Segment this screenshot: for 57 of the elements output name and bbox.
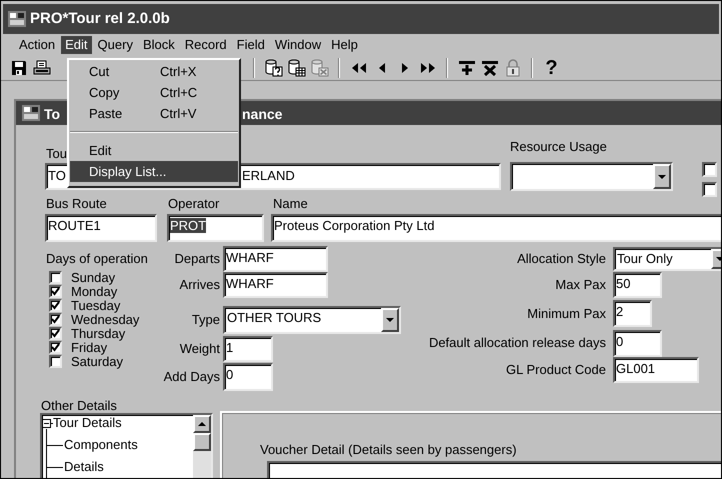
menu-item[interactable]: Paste Ctrl+V (70, 103, 238, 124)
menu-item[interactable]: Block (138, 36, 179, 54)
checkbox-label: Friday (71, 340, 108, 354)
tree-item[interactable]: Components (64, 435, 138, 455)
checkbox-label: Monday (71, 284, 118, 298)
menu-item[interactable]: Cut Ctrl+X (70, 61, 238, 82)
field-label: Other Details (41, 398, 117, 414)
checkbox-label: Thursday (71, 326, 126, 340)
field-label: Max Pax (554, 277, 606, 293)
field-label: Name (273, 196, 308, 212)
field-label: Days of operation (46, 251, 148, 267)
field-label: Resource Usage (510, 139, 607, 155)
field-label: Operator (168, 196, 220, 212)
text-field[interactable]: 1 (223, 336, 273, 362)
menu-item[interactable]: Help (327, 36, 362, 54)
menu-item[interactable]: Edit (70, 140, 238, 161)
checkbox-label: Tuesday (71, 298, 120, 312)
text-field[interactable]: 0 (613, 330, 662, 357)
form-title: nance (242, 105, 282, 124)
dropdown-field[interactable]: OTHER TOURS (223, 306, 401, 334)
menu-item[interactable]: Copy Ctrl+C (70, 82, 238, 103)
field-label: Minimum Pax (526, 306, 606, 322)
dropdown-field[interactable]: Tour Only (613, 247, 721, 271)
field-label: Type (190, 312, 220, 328)
text-field[interactable]: 50 (613, 272, 662, 298)
text-field[interactable]: 0 (223, 363, 273, 391)
tree-item[interactable]: Details (64, 457, 104, 477)
text-field[interactable]: 2 (613, 300, 652, 327)
menu-item[interactable]: Record (180, 36, 231, 54)
text-field[interactable]: GL001 (613, 357, 699, 383)
menu-item[interactable]: Edit (61, 36, 92, 54)
checkbox-label: Saturday (71, 354, 124, 368)
field-label: Default allocation release days (428, 335, 606, 351)
menu-item[interactable]: Action (15, 36, 60, 54)
field-label: Weight (178, 341, 220, 357)
field-label: GL Product Code (505, 362, 606, 378)
text-field[interactable]: Proteus Corporation Pty Ltd (271, 214, 721, 242)
menu-item[interactable]: Field (232, 36, 269, 54)
field-label: Allocation Style (516, 251, 606, 267)
menu-item[interactable]: Query (94, 36, 137, 54)
menu-item[interactable]: Window (270, 36, 326, 54)
window-title: PRO*Tour rel 2.0.0b (30, 8, 170, 29)
text-field[interactable]: WHARF (223, 272, 328, 298)
help-button[interactable]: ? (540, 57, 563, 79)
form-title: To (44, 105, 60, 124)
field-label: Arrives (178, 277, 220, 293)
field-label: Add Days (162, 369, 220, 385)
section-label: Voucher Detail (Details seen by passengers) (260, 441, 517, 459)
tree-item[interactable]: Tour Details (53, 415, 122, 433)
checkbox-label: Wednesday (71, 312, 140, 326)
text-field[interactable]: WHARF (223, 246, 328, 272)
text-field[interactable]: ROUTE1 (45, 214, 157, 242)
text-field[interactable]: PROT (167, 214, 264, 242)
menu-item[interactable]: Display List... (70, 161, 238, 182)
field-label: Bus Route (46, 196, 107, 212)
field-label: Tou (46, 146, 67, 162)
checkbox-label: Sunday (71, 270, 116, 284)
